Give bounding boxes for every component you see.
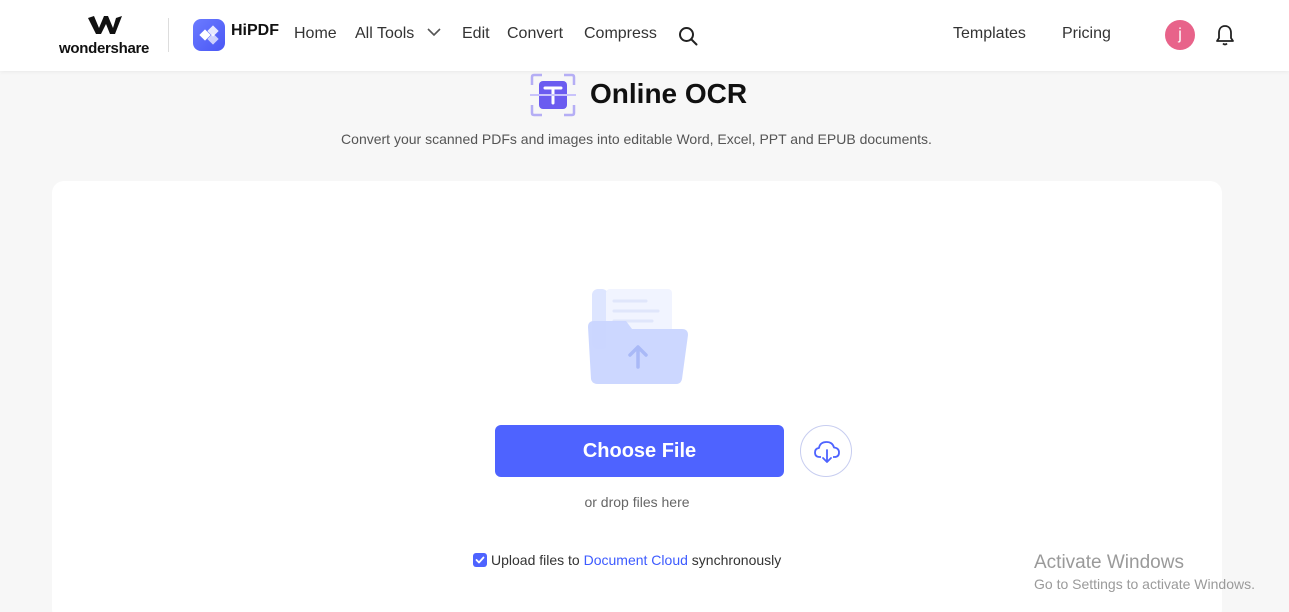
activate-windows-watermark: Activate Windows Go to Settings to activ… [1034,552,1255,592]
nav-pricing-link[interactable]: Pricing [1062,25,1111,43]
search-icon[interactable] [678,26,698,46]
ocr-tool-icon [530,73,576,117]
sync-label: Upload files to Document Cloud synchrono… [491,552,781,568]
sync-label-suffix: synchronously [687,552,782,568]
hipdf-logo[interactable]: HiPDF [193,19,279,51]
wondershare-mark-icon [88,16,122,34]
nav-all-tools-link[interactable]: All Tools [355,25,414,43]
drop-files-hint: or drop files here [584,494,690,510]
folder-upload-icon [588,289,688,384]
choose-file-button[interactable]: Choose File [495,425,784,477]
chevron-down-icon[interactable] [427,28,441,37]
nav-edit-link[interactable]: Edit [462,25,490,43]
nav-templates-link[interactable]: Templates [953,25,1026,43]
cloud-download-icon [814,441,840,463]
upload-card: Choose File or drop files here Upload fi… [52,181,1222,612]
nav-convert-link[interactable]: Convert [507,25,563,43]
bell-icon[interactable] [1215,24,1235,46]
nav-home-link[interactable]: Home [294,25,337,43]
top-navbar: wondershare HiPDF Home All Tools Edit Co… [0,0,1289,71]
hipdf-wordmark: HiPDF [231,22,279,39]
page-title: Online OCR [590,78,748,109]
checkmark-icon [475,556,485,564]
sync-label-prefix: Upload files to [491,552,584,568]
sync-checkbox[interactable] [473,553,487,567]
page-subtitle: Convert your scanned PDFs and images int… [341,131,932,147]
cloud-upload-button[interactable] [800,425,852,477]
wondershare-wordmark: wondershare [59,40,150,57]
watermark-subtitle: Go to Settings to activate Windows. [1034,576,1255,592]
nav-compress-link[interactable]: Compress [584,25,657,43]
hipdf-icon [193,19,225,51]
watermark-title: Activate Windows [1034,552,1184,573]
nav-divider [168,18,169,52]
wondershare-logo[interactable]: wondershare [58,16,153,58]
user-avatar[interactable]: j [1165,20,1195,50]
document-cloud-link[interactable]: Document Cloud [584,552,688,568]
